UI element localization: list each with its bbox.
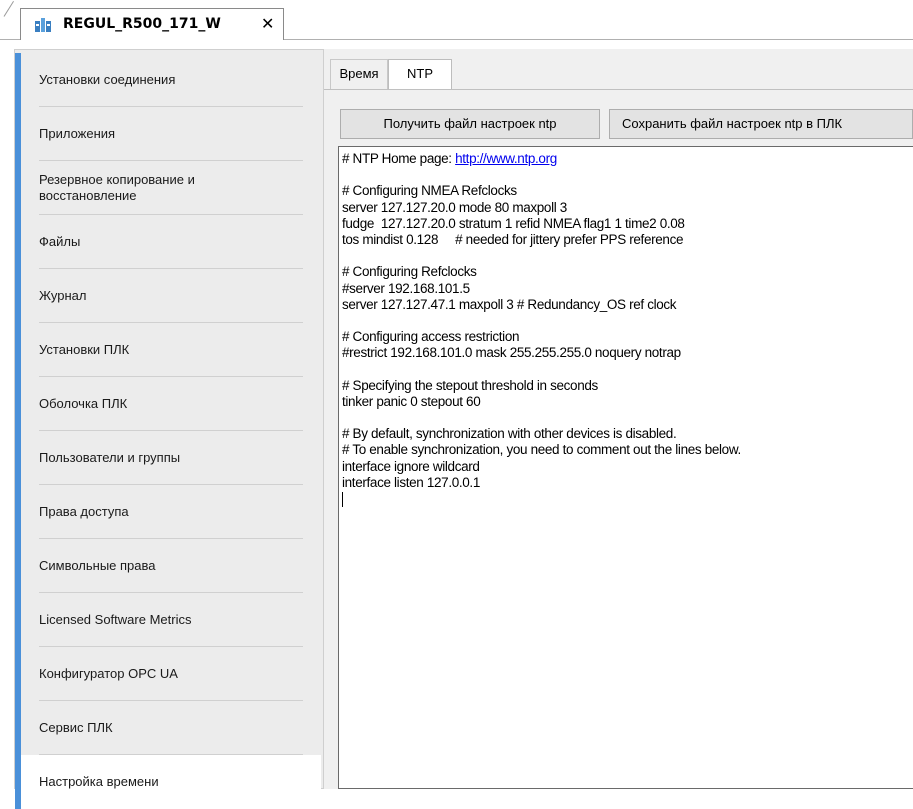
tab-time[interactable]: Время (330, 59, 388, 89)
editor-line: # By default, synchronization with other… (342, 426, 910, 442)
sidebar-item-symbol-rights[interactable]: Символьные права (15, 539, 321, 593)
sidebar-item-files[interactable]: Файлы (15, 215, 321, 269)
ntp-config-editor[interactable]: # NTP Home page: http://www.ntp.org # Co… (338, 146, 913, 789)
sidebar-item-connection-settings[interactable]: Установки соединения (15, 53, 321, 107)
sidebar-item-access-rights[interactable]: Права доступа (15, 485, 321, 539)
editor-line-text: # Configuring NMEA Refclocks (342, 183, 517, 199)
ntp-home-link[interactable]: http://www.ntp.org (455, 151, 557, 166)
editor-line: interface ignore wildcard (342, 459, 910, 475)
document-tab-title: REGUL_R500_171_W (63, 16, 221, 32)
editor-line: # Configuring Refclocks (342, 264, 910, 280)
editor-line-text: tos mindist 0.128 # needed for jittery p… (342, 231, 684, 247)
sidebar-item-label: Установки соединения (39, 72, 176, 87)
editor-line: interface listen 127.0.0.1 (342, 475, 910, 491)
content-area: Время NTP Получить файл настроек ntp Сох… (324, 49, 913, 789)
editor-caret-line (342, 491, 910, 507)
sidebar-item-time-settings[interactable]: Настройка времени (15, 755, 321, 809)
settings-sidebar: Установки соединения Приложения Резервное … (14, 49, 324, 809)
sidebar-item-applications[interactable]: Приложения (15, 107, 321, 161)
sidebar-item-label: Файлы (39, 234, 81, 249)
device-icon (35, 18, 51, 32)
sidebar-item-backup-restore[interactable]: Резервное копирование и восстановление (15, 161, 321, 215)
sidebar-item-label: Символьные права (39, 558, 156, 573)
editor-line-text: tinker panic 0 stepout 60 (342, 393, 481, 409)
editor-line-text: # To enable synchronization, you need to… (342, 442, 741, 458)
editor-line-text: server 127.127.47.1 maxpoll 3 # Redundan… (342, 296, 677, 312)
editor-line: # Specifying the stepout threshold in se… (342, 378, 910, 394)
sidebar-item-label: Резервное копирование и восстановление (39, 172, 195, 203)
editor-line-text: # Configuring access restriction (342, 329, 520, 345)
sidebar-item-label: Приложения (39, 126, 116, 141)
sidebar-item-plc-settings[interactable]: Установки ПЛК (15, 323, 321, 377)
editor-line: # Configuring NMEA Refclocks (342, 183, 910, 199)
editor-line: #restrict 192.168.101.0 mask 255.255.255… (342, 345, 910, 361)
sidebar-item-label: Настройка времени (39, 774, 159, 789)
sidebar-item-opc-ua-configurator[interactable]: Конфигуратор OPC UA (15, 647, 321, 701)
editor-line-text: fudge 127.127.20.0 stratum 1 refid NMEA … (342, 215, 685, 231)
editor-line-text: #server 192.168.101.5 (342, 280, 470, 296)
sidebar-item-label: Права доступа (39, 504, 129, 519)
editor-line-text: #restrict 192.168.101.0 mask 255.255.255… (342, 345, 681, 361)
editor-line: server 127.127.47.1 maxpoll 3 # Redundan… (342, 297, 910, 313)
sidebar-item-label: Журнал (39, 288, 87, 303)
editor-line: # NTP Home page: http://www.ntp.org (342, 151, 910, 167)
editor-line-text: server 127.127.20.0 mode 80 maxpoll 3 (342, 199, 567, 215)
sidebar-item-users-groups[interactable]: Пользователи и группы (15, 431, 321, 485)
editor-line: tos mindist 0.128 # needed for jittery p… (342, 232, 910, 248)
sidebar-item-label: Установки ПЛК (39, 342, 130, 357)
close-icon[interactable]: ✕ (261, 14, 274, 33)
sidebar-item-label: Сервис ПЛК (39, 720, 113, 735)
editor-line-text: # Configuring Refclocks (342, 264, 477, 280)
get-ntp-settings-button[interactable]: Получить файл настроек ntp (340, 109, 600, 139)
tab-divider (324, 89, 913, 90)
sidebar-item-plc-shell[interactable]: Оболочка ПЛК (15, 377, 321, 431)
editor-line-text: # By default, synchronization with other… (342, 426, 677, 442)
editor-line: server 127.127.20.0 mode 80 maxpoll 3 (342, 200, 910, 216)
sidebar-item-licensed-software-metrics[interactable]: Licensed Software Metrics (15, 593, 321, 647)
document-tab[interactable]: REGUL_R500_171_W ✕ (20, 8, 284, 40)
editor-line: #server 192.168.101.5 (342, 281, 910, 297)
text-caret (342, 491, 343, 507)
editor-line-text: # Specifying the stepout threshold in se… (342, 377, 598, 393)
tab-ntp[interactable]: NTP (388, 59, 452, 89)
editor-line: # Configuring access restriction (342, 329, 910, 345)
tab-strip-divider (3, 0, 14, 17)
sidebar-item-log[interactable]: Журнал (15, 269, 321, 323)
sidebar-item-label: Пользователи и группы (39, 450, 181, 465)
editor-line-text: interface listen 127.0.0.1 (342, 474, 480, 490)
editor-line: tinker panic 0 stepout 60 (342, 394, 910, 410)
document-tab-strip: REGUL_R500_171_W ✕ (0, 0, 913, 40)
sidebar-item-label: Licensed Software Metrics (39, 612, 192, 627)
editor-line-text: # NTP Home page: (342, 151, 456, 166)
editor-line: # To enable synchronization, you need to… (342, 442, 910, 458)
sidebar-item-plc-service[interactable]: Сервис ПЛК (15, 701, 321, 755)
sidebar-item-label: Конфигуратор OPC UA (39, 666, 178, 681)
editor-line: fudge 127.127.20.0 stratum 1 refid NMEA … (342, 216, 910, 232)
save-ntp-settings-button[interactable]: Сохранить файл настроек ntp в ПЛК (609, 109, 913, 139)
sidebar-item-label: Оболочка ПЛК (39, 396, 128, 411)
editor-line-text: interface ignore wildcard (342, 458, 480, 474)
